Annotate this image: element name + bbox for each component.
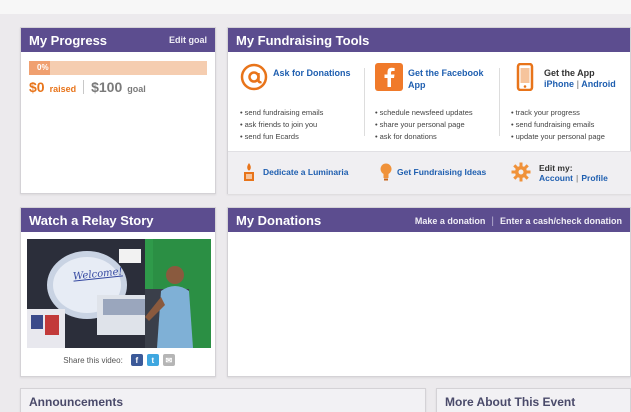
edit-my-links: Account | Profile [539, 173, 608, 183]
link-separator: | [576, 79, 580, 89]
ask-donations-list: send fundraising emails ask friends to j… [240, 107, 324, 143]
my-progress-title: My Progress [29, 32, 108, 48]
relay-story-header: Watch a Relay Story [21, 208, 215, 232]
email-share-icon[interactable]: ✉ [162, 354, 175, 366]
my-donations-title: My Donations [236, 212, 322, 228]
at-sign-icon[interactable] [240, 63, 268, 91]
announcements-panel: Announcements [20, 388, 426, 412]
fundraising-tools-header: My Fundraising Tools [228, 28, 630, 52]
edit-my-label: Edit my: [539, 163, 573, 173]
phone-icon[interactable] [511, 63, 539, 91]
facebook-icon[interactable] [375, 63, 403, 91]
profile-link[interactable]: Profile [581, 173, 607, 183]
fundraising-tools-panel: My Fundraising Tools Ask for Donations s… [227, 27, 631, 194]
link-separator: | [491, 216, 494, 227]
list-item: schedule newsfeed updates [375, 107, 473, 119]
list-item: share your personal page [375, 119, 473, 131]
gear-icon [511, 162, 531, 182]
relay-story-panel: Watch a Relay Story Welcome! Share this … [20, 207, 216, 377]
raised-label: raised [49, 84, 77, 94]
my-donations-header: My Donations Make a donation | Enter a cas… [228, 208, 630, 232]
progress-bar: 0% [29, 61, 207, 75]
enter-cash-donation-link[interactable]: Enter a cash/check donation [500, 216, 622, 226]
video-frame-image [27, 239, 211, 348]
progress-percent: 0% [37, 63, 49, 72]
iphone-link[interactable]: iPhone [544, 79, 574, 89]
raised-amount: $0 [29, 79, 45, 95]
list-item: update your personal page [511, 131, 605, 143]
progress-amounts: $0 raised $100 goal [29, 79, 207, 95]
lightbulb-icon [380, 163, 392, 181]
list-item: send fundraising emails [511, 119, 605, 131]
list-item: track your progress [511, 107, 605, 119]
facebook-share-icon[interactable]: f [130, 354, 143, 366]
luminaria-item[interactable]: Dedicate a Luminaria [242, 162, 349, 182]
tools-bottom-bar: Dedicate a Luminaria Get Fundraising Ide… [228, 151, 631, 194]
top-strip [0, 0, 631, 14]
facebook-app-list: schedule newsfeed updates share your per… [375, 107, 473, 143]
make-donation-link[interactable]: Make a donation [415, 216, 486, 226]
goal-amount: $100 [91, 79, 123, 95]
list-item: send fun Ecards [240, 131, 323, 143]
donation-links: Make a donation | Enter a cash/check donat… [415, 211, 622, 229]
luminaria-link[interactable]: Dedicate a Luminaria [263, 167, 349, 177]
list-item: send fundraising emails [240, 107, 324, 119]
get-app-list: track your progress send fundraising ema… [511, 107, 605, 143]
list-item: ask friends to join you [240, 119, 323, 131]
announcements-title: Announcements [29, 395, 124, 409]
facebook-app-link[interactable]: Get the Facebook App [408, 67, 492, 91]
video-thumbnail[interactable]: Welcome! [27, 239, 211, 348]
column-divider [364, 68, 365, 136]
twitter-share-icon[interactable]: t [146, 354, 159, 366]
share-label: Share this video: [63, 355, 123, 365]
goal-label: goal [127, 84, 146, 94]
android-link[interactable]: Android [581, 79, 616, 89]
share-video-row: Share this video: f t ✉ [21, 354, 217, 366]
ask-donations-link[interactable]: Ask for Donations [273, 67, 351, 79]
my-donations-panel: My Donations Make a donation | Enter a cas… [227, 207, 631, 377]
list-item: ask for donations [375, 131, 473, 143]
amount-divider [83, 80, 85, 94]
relay-story-title: Watch a Relay Story [29, 212, 154, 228]
get-app-title: Get the App [544, 68, 595, 78]
link-separator: | [576, 173, 579, 183]
fundraising-tools-title: My Fundraising Tools [236, 32, 370, 48]
app-links: iPhone | Android [544, 79, 616, 89]
more-about-event-title: More About This Event [445, 395, 576, 409]
more-about-event-panel: More About This Event [436, 388, 631, 412]
ideas-link[interactable]: Get Fundraising Ideas [397, 167, 486, 177]
candle-icon [244, 163, 254, 181]
column-divider [499, 68, 500, 136]
ideas-item[interactable]: Get Fundraising Ideas [380, 162, 486, 182]
my-progress-header: My Progress Edit goal [21, 28, 215, 52]
edit-goal-link[interactable]: Edit goal [169, 35, 207, 45]
my-progress-panel: My Progress Edit goal 0% $0 raised $100 … [20, 27, 216, 194]
edit-my-group: Edit my: Account | Profile [539, 163, 608, 183]
account-link[interactable]: Account [539, 173, 573, 183]
